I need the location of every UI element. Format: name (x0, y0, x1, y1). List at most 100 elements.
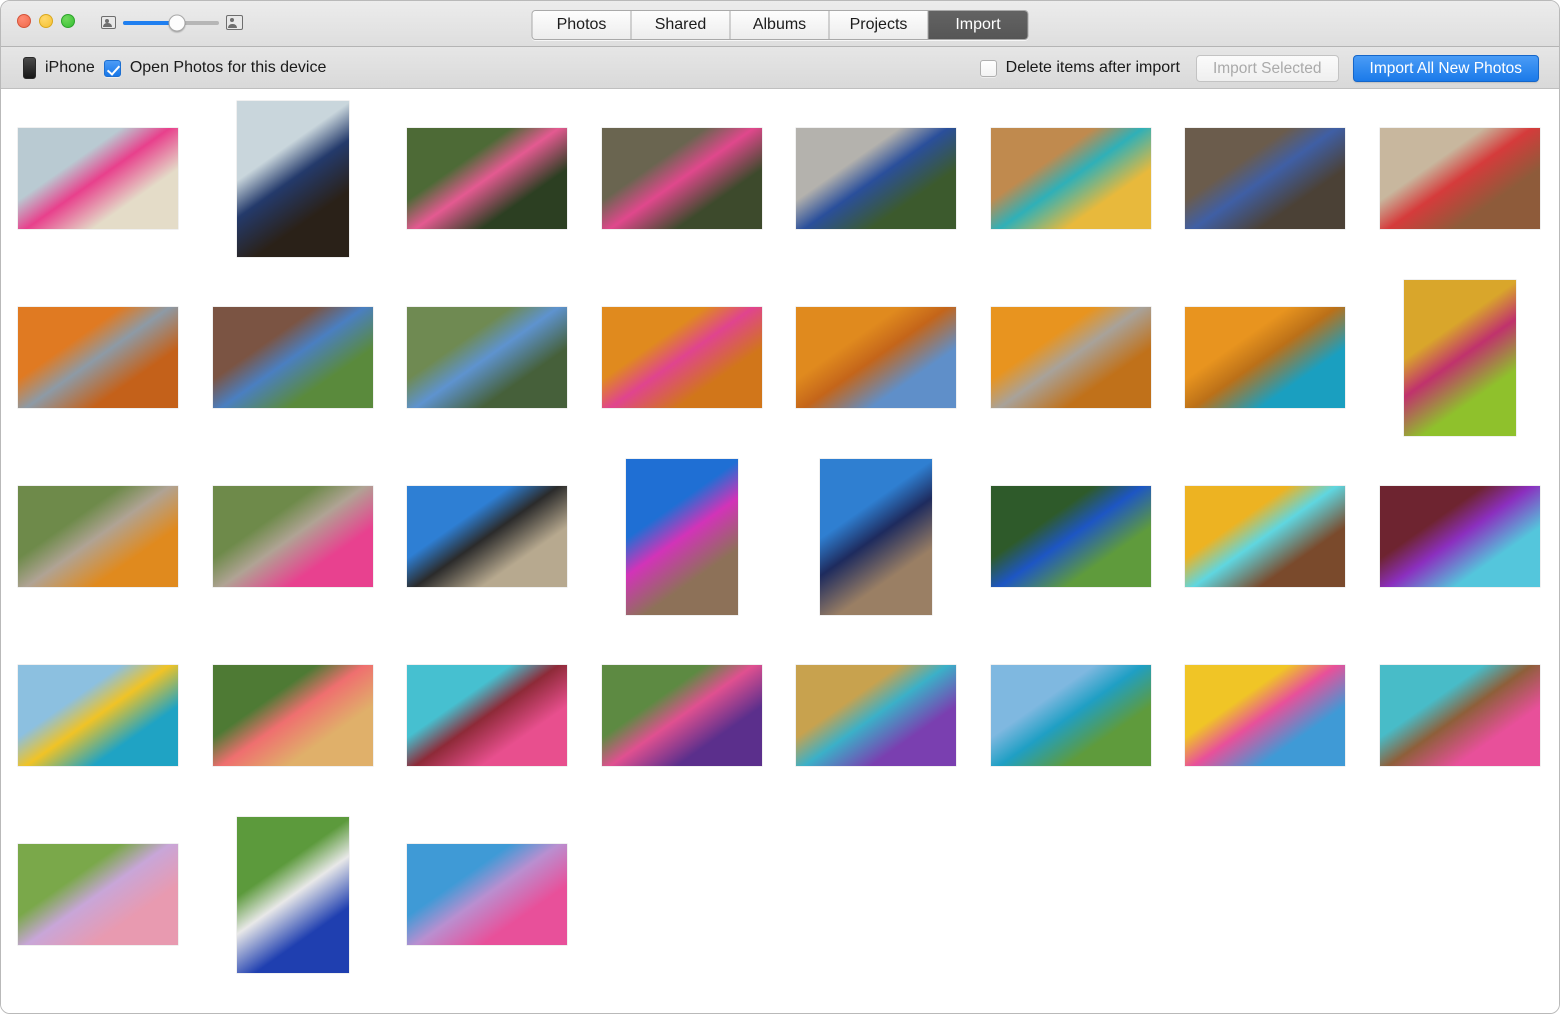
photo-thumbnail[interactable] (1185, 307, 1346, 408)
photo-thumbnail[interactable] (1379, 128, 1540, 229)
photo-grid-row (1, 626, 1559, 805)
photo-cell[interactable] (585, 307, 780, 408)
photo-cell[interactable] (196, 486, 391, 587)
photo-cell[interactable] (196, 665, 391, 766)
photo-cell[interactable] (1168, 307, 1363, 408)
close-window-button[interactable] (17, 14, 31, 28)
tab-shared[interactable]: Shared (631, 11, 731, 39)
photo-thumbnail[interactable] (407, 844, 568, 945)
open-photos-checkbox-label[interactable]: Open Photos for this device (130, 59, 327, 77)
photo-cell[interactable] (585, 665, 780, 766)
photo-cell[interactable] (196, 307, 391, 408)
photos-app-window: Photos Shared Albums Projects Import iPh… (0, 0, 1560, 1014)
photo-cell[interactable] (390, 665, 585, 766)
photo-thumbnail[interactable] (796, 307, 957, 408)
photo-grid-row (1, 805, 1559, 984)
photo-thumbnail[interactable] (796, 128, 957, 229)
tab-projects[interactable]: Projects (829, 11, 929, 39)
photo-thumbnail[interactable] (212, 665, 373, 766)
photo-cell[interactable] (1, 307, 196, 408)
photo-cell[interactable] (779, 665, 974, 766)
photo-cell[interactable] (585, 458, 780, 615)
photo-thumbnail[interactable] (1379, 486, 1540, 587)
photo-cell[interactable] (974, 128, 1169, 229)
import-toolbar-right: Delete items after import Import Selecte… (979, 47, 1539, 89)
photo-cell[interactable] (1, 844, 196, 945)
photo-cell[interactable] (585, 128, 780, 229)
photo-thumbnail[interactable] (990, 128, 1151, 229)
photo-cell[interactable] (1363, 279, 1558, 436)
photo-cell[interactable] (1, 665, 196, 766)
open-photos-checkbox[interactable] (103, 59, 121, 77)
zoom-slider-track[interactable] (123, 14, 219, 31)
photo-thumbnail[interactable] (1185, 665, 1346, 766)
photo-thumbnail[interactable] (625, 458, 738, 615)
photo-cell[interactable] (779, 458, 974, 615)
photo-cell[interactable] (779, 307, 974, 408)
photo-thumbnail[interactable] (990, 307, 1151, 408)
photo-cell[interactable] (196, 816, 391, 973)
import-photo-grid-area[interactable] (1, 89, 1559, 1013)
photo-thumbnail[interactable] (18, 665, 179, 766)
tab-photos[interactable]: Photos (532, 11, 632, 39)
import-selected-button[interactable]: Import Selected (1195, 54, 1339, 82)
photo-thumbnail[interactable] (990, 665, 1151, 766)
minimize-window-button[interactable] (39, 14, 53, 28)
photo-thumbnail[interactable] (1403, 279, 1516, 436)
photo-cell[interactable] (1168, 665, 1363, 766)
photo-cell[interactable] (390, 307, 585, 408)
photo-thumbnail[interactable] (18, 844, 179, 945)
photo-thumbnail[interactable] (18, 307, 179, 408)
photo-thumbnail[interactable] (407, 128, 568, 229)
delete-after-import-checkbox[interactable] (979, 59, 997, 77)
thumbnail-zoom-slider[interactable] (101, 14, 243, 31)
photo-cell[interactable] (390, 486, 585, 587)
photo-grid-row (1, 89, 1559, 268)
photo-thumbnail[interactable] (18, 486, 179, 587)
photo-thumbnail[interactable] (601, 128, 762, 229)
photo-cell[interactable] (974, 486, 1169, 587)
import-toolbar-left: iPhone Open Photos for this device (23, 47, 326, 89)
zoom-slider-knob[interactable] (168, 14, 186, 31)
photo-cell[interactable] (1, 128, 196, 229)
photo-thumbnail[interactable] (1379, 665, 1540, 766)
photo-thumbnail[interactable] (236, 816, 349, 973)
photo-grid-row (1, 268, 1559, 447)
photo-thumbnail[interactable] (820, 458, 933, 615)
photo-thumbnail[interactable] (1185, 486, 1346, 587)
photo-cell[interactable] (779, 128, 974, 229)
import-all-new-photos-button[interactable]: Import All New Photos (1352, 54, 1539, 82)
photo-thumbnail[interactable] (601, 665, 762, 766)
photo-cell[interactable] (1, 486, 196, 587)
photo-thumbnail[interactable] (407, 486, 568, 587)
photo-grid (1, 89, 1559, 984)
photo-cell[interactable] (974, 665, 1169, 766)
photo-cell[interactable] (1363, 486, 1558, 587)
photo-cell[interactable] (1363, 665, 1558, 766)
photo-cell[interactable] (196, 100, 391, 257)
photo-thumbnail[interactable] (18, 128, 179, 229)
tab-albums[interactable]: Albums (730, 11, 830, 39)
photo-cell[interactable] (1168, 128, 1363, 229)
delete-after-import-group[interactable]: Delete items after import (979, 59, 1180, 77)
photo-thumbnail[interactable] (990, 486, 1151, 587)
maximize-window-button[interactable] (61, 14, 75, 28)
photo-thumbnail[interactable] (407, 665, 568, 766)
photo-cell[interactable] (1363, 128, 1558, 229)
photo-thumbnail[interactable] (1185, 128, 1346, 229)
view-tab-bar[interactable]: Photos Shared Albums Projects Import (531, 10, 1029, 40)
photo-thumbnail[interactable] (601, 307, 762, 408)
photo-cell[interactable] (390, 844, 585, 945)
photo-thumbnail[interactable] (407, 307, 568, 408)
photo-cell[interactable] (974, 307, 1169, 408)
delete-after-import-label[interactable]: Delete items after import (1006, 59, 1180, 77)
photo-thumbnail[interactable] (212, 486, 373, 587)
photo-thumbnail[interactable] (796, 665, 957, 766)
tab-import[interactable]: Import (928, 11, 1028, 39)
photo-cell[interactable] (390, 128, 585, 229)
photo-large-icon (226, 15, 243, 30)
photo-cell[interactable] (1168, 486, 1363, 587)
photo-thumbnail[interactable] (212, 307, 373, 408)
photo-thumbnail[interactable] (236, 100, 349, 257)
photo-grid-row (1, 447, 1559, 626)
